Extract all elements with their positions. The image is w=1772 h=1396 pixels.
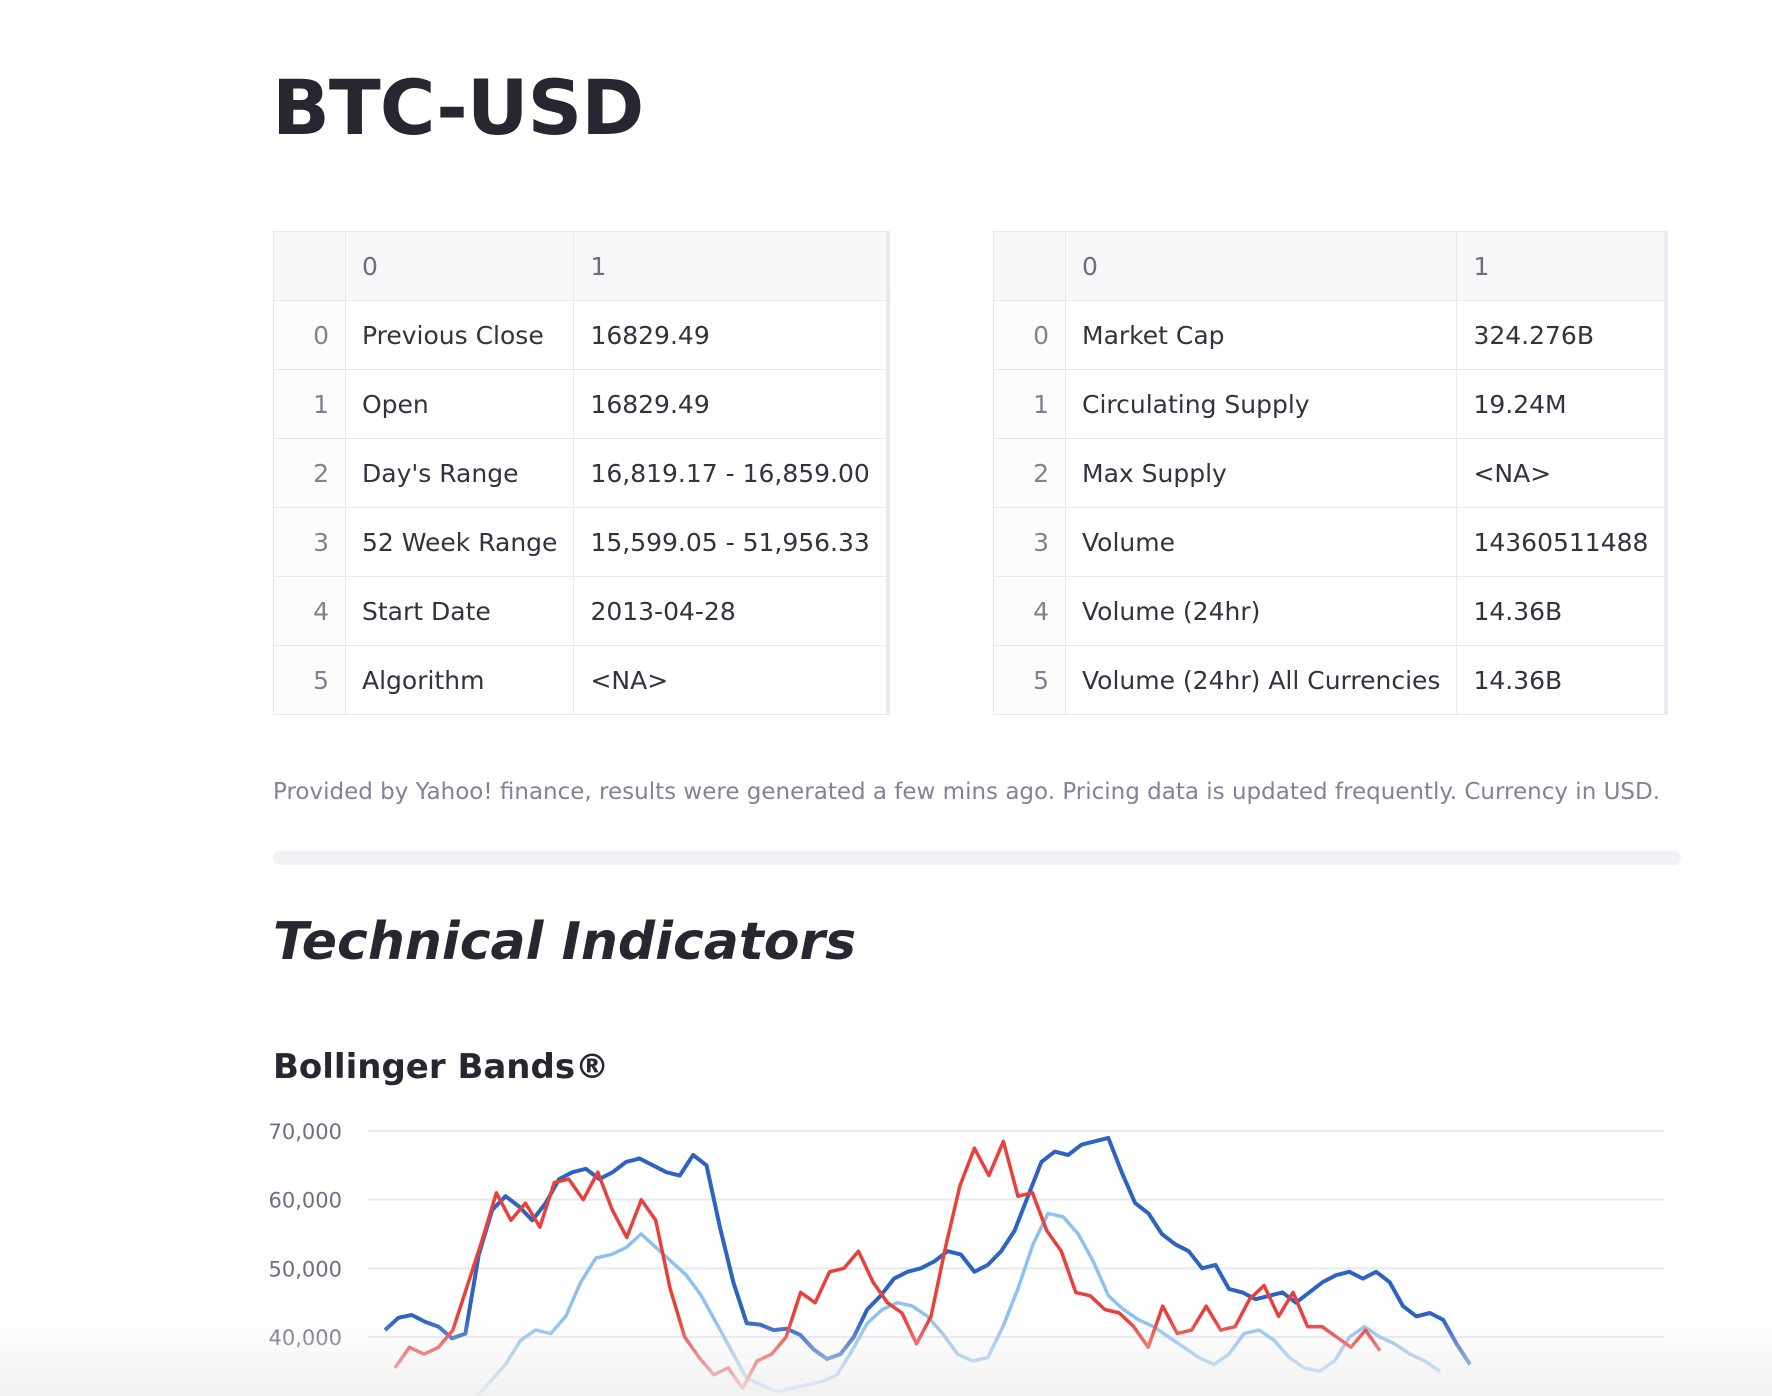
section-divider	[273, 851, 1681, 865]
data-source-caption: Provided by Yahoo! finance, results were…	[273, 779, 1661, 805]
table-row: 2 Day's Range 16,819.17 - 16,859.00	[273, 438, 889, 508]
table-row: 2 Max Supply <NA>	[993, 438, 1667, 508]
table-cell[interactable]: Algorithm	[344, 645, 575, 715]
row-index: 4	[273, 576, 346, 646]
row-index: 5	[993, 645, 1066, 715]
y-tick-label: 50,000	[269, 1257, 342, 1281]
table-row: 4 Volume (24hr) 14.36B	[993, 576, 1667, 646]
table-cell[interactable]: Start Date	[344, 576, 575, 646]
y-tick-label: 70,000	[269, 1120, 342, 1144]
table-cell[interactable]: 16829.49	[573, 369, 889, 439]
series-line-upper[interactable]	[383, 1135, 1472, 1366]
section-title: Technical Indicators	[273, 912, 857, 972]
table-cell[interactable]: <NA>	[573, 645, 889, 715]
table-cell[interactable]: Previous Close	[344, 300, 575, 370]
column-header-index[interactable]	[993, 231, 1066, 301]
table-cell[interactable]: <NA>	[1456, 438, 1667, 508]
table-cell[interactable]: 14360511488	[1456, 507, 1667, 577]
table-cell[interactable]: Max Supply	[1064, 438, 1458, 508]
table-cell[interactable]: 14.36B	[1456, 576, 1667, 646]
column-header[interactable]: 1	[573, 231, 889, 301]
row-index: 2	[993, 438, 1066, 508]
table-cell[interactable]: Volume (24hr)	[1064, 576, 1458, 646]
row-index: 0	[273, 300, 346, 370]
table-cell[interactable]: 14.36B	[1456, 645, 1667, 715]
page: BTC-USD 0 1 0 Previous Close 16829.49 1 …	[0, 0, 1772, 1396]
row-index: 3	[273, 507, 346, 577]
column-header[interactable]: 0	[1064, 231, 1458, 301]
table-cell[interactable]: 15,599.05 - 51,956.33	[573, 507, 889, 577]
table-cell[interactable]: 52 Week Range	[344, 507, 575, 577]
table-cell[interactable]: 16,819.17 - 16,859.00	[573, 438, 889, 508]
row-index: 1	[273, 369, 346, 439]
table-cell[interactable]: 19.24M	[1456, 369, 1667, 439]
table-header-row: 0 1	[993, 231, 1667, 301]
row-index: 3	[993, 507, 1066, 577]
table-cell[interactable]: Open	[344, 369, 575, 439]
table-row: 0 Market Cap 324.276B	[993, 300, 1667, 370]
table-cell[interactable]: Volume	[1064, 507, 1458, 577]
table-row: 4 Start Date 2013-04-28	[273, 576, 889, 646]
chart-title: Bollinger Bands®	[273, 1047, 610, 1087]
table-cell[interactable]: Volume (24hr) All Currencies	[1064, 645, 1458, 715]
table-cell[interactable]: 2013-04-28	[573, 576, 889, 646]
table-cell[interactable]: Day's Range	[344, 438, 575, 508]
bollinger-bands-chart[interactable]: 40,000 50,000 60,000 70,000	[260, 1110, 1684, 1396]
table-row: 1 Open 16829.49	[273, 369, 889, 439]
chart-series[interactable]	[383, 1135, 1472, 1396]
table-row: 1 Circulating Supply 19.24M	[993, 369, 1667, 439]
table-cell[interactable]: 324.276B	[1456, 300, 1667, 370]
table-header-row: 0 1	[273, 231, 889, 301]
table-row: 3 Volume 14360511488	[993, 507, 1667, 577]
column-header[interactable]: 1	[1456, 231, 1667, 301]
table-row: 5 Algorithm <NA>	[273, 645, 889, 715]
y-tick-label: 60,000	[269, 1189, 342, 1213]
table-row: 3 52 Week Range 15,599.05 - 51,956.33	[273, 507, 889, 577]
table-cell[interactable]: Circulating Supply	[1064, 369, 1458, 439]
table-row: 0 Previous Close 16829.49	[273, 300, 889, 370]
row-index: 2	[273, 438, 346, 508]
table-row: 5 Volume (24hr) All Currencies 14.36B	[993, 645, 1667, 715]
row-index: 5	[273, 645, 346, 715]
table-cell[interactable]: 16829.49	[573, 300, 889, 370]
y-tick-label: 40,000	[269, 1326, 342, 1350]
summary-table-left[interactable]: 0 1 0 Previous Close 16829.49 1 Open 168…	[273, 231, 890, 715]
column-header[interactable]: 0	[344, 231, 575, 301]
column-header-index[interactable]	[273, 231, 346, 301]
chart-gridlines	[368, 1130, 1664, 1338]
y-axis-tick-labels: 40,000 50,000 60,000 70,000	[269, 1120, 342, 1350]
summary-table-right[interactable]: 0 1 0 Market Cap 324.276B 1 Circulating …	[993, 231, 1669, 715]
row-index: 4	[993, 576, 1066, 646]
page-title: BTC-USD	[272, 63, 644, 152]
row-index: 1	[993, 369, 1066, 439]
row-index: 0	[993, 300, 1066, 370]
table-cell[interactable]: Market Cap	[1064, 300, 1458, 370]
